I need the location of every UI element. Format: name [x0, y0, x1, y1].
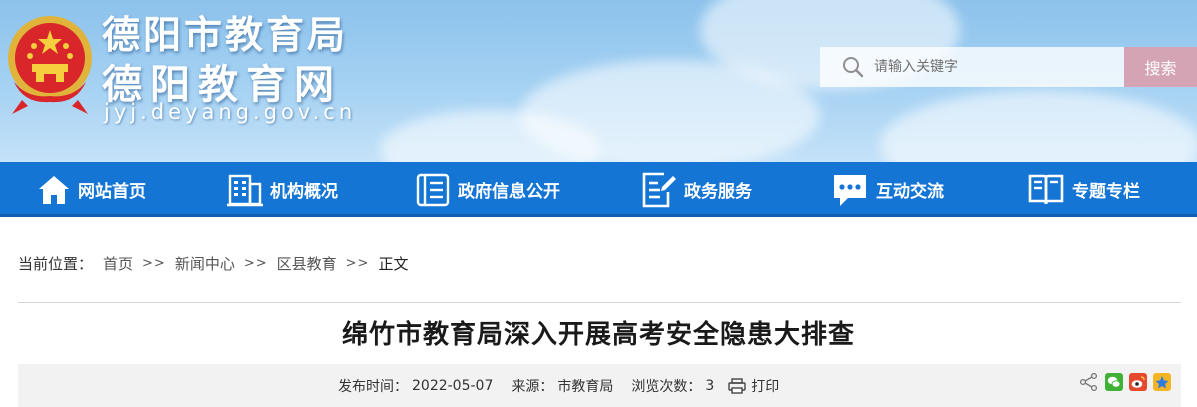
main-nav: 网站首页 机构概况 政府信息公开 政务服务 互动交流 专题专栏: [0, 162, 1197, 217]
document-icon: [416, 173, 450, 206]
print-label: 打印: [751, 379, 780, 395]
nav-item-organization[interactable]: 机构概况: [226, 162, 338, 217]
breadcrumb-current: 正文: [378, 255, 409, 273]
nav-item-home[interactable]: 网站首页: [36, 162, 146, 217]
nav-label: 政务服务: [684, 182, 752, 202]
header-banner: 德阳市教育局 德阳教育网 jyj.deyang.gov.cn 搜索: [0, 0, 1197, 162]
edit-document-icon: [642, 172, 676, 207]
search-box: [820, 47, 1125, 87]
nav-label: 机构概况: [270, 182, 338, 202]
weibo-icon[interactable]: [1129, 373, 1147, 391]
site-title-line1: 德阳市教育局: [102, 13, 349, 57]
search-button[interactable]: 搜索: [1124, 47, 1197, 87]
nav-item-special-topics[interactable]: 专题专栏: [1026, 162, 1140, 217]
printer-icon: [728, 378, 746, 394]
home-icon: [39, 175, 69, 204]
views-label: 浏览次数：: [631, 379, 702, 395]
share-bar: [1073, 373, 1171, 391]
chat-icon: [834, 174, 866, 206]
site-url: jyj.deyang.gov.cn: [104, 100, 357, 124]
print-button[interactable]: 打印: [728, 376, 783, 396]
share-icon[interactable]: [1079, 373, 1099, 391]
national-emblem-logo: [8, 16, 92, 114]
article-meta-bar: 发布时间： 2022-05-07 来源： 市教育局 浏览次数： 3 打印: [18, 364, 1181, 407]
breadcrumb-separator: >>: [243, 256, 268, 271]
search-input[interactable]: [874, 59, 1114, 75]
breadcrumb-separator: >>: [142, 256, 166, 271]
nav-label: 政府信息公开: [458, 182, 560, 202]
breadcrumb-prefix: 当前位置：: [18, 255, 94, 273]
divider: [18, 302, 1181, 303]
source-label: 来源：: [511, 379, 554, 395]
nav-item-interaction[interactable]: 互动交流: [830, 162, 944, 217]
book-icon: [1028, 174, 1064, 204]
wechat-icon[interactable]: [1105, 373, 1123, 391]
publish-label: 发布时间：: [338, 379, 408, 395]
nav-label: 专题专栏: [1072, 182, 1140, 202]
breadcrumb: 当前位置： 首页 >> 新闻中心 >> 区县教育 >> 正文: [18, 253, 408, 274]
publish-date: 2022-05-07: [412, 378, 494, 394]
breadcrumb-link-home[interactable]: 首页: [103, 253, 133, 274]
qzone-icon[interactable]: [1153, 373, 1171, 391]
views-count: 3: [705, 378, 715, 394]
search-icon: [843, 57, 864, 78]
breadcrumb-separator: >>: [345, 256, 370, 271]
article-title: 绵竹市教育局深入开展高考安全隐患大排查: [341, 320, 855, 350]
source-value: 市教育局: [557, 379, 614, 395]
nav-label: 互动交流: [876, 182, 944, 202]
breadcrumb-link-news[interactable]: 新闻中心: [175, 253, 235, 274]
building-icon: [227, 174, 263, 206]
nav-item-gov-service[interactable]: 政务服务: [638, 162, 752, 217]
breadcrumb-link-county[interactable]: 区县教育: [277, 253, 337, 274]
nav-label: 网站首页: [78, 182, 146, 202]
article-meta: 发布时间： 2022-05-07 来源： 市教育局 浏览次数： 3 打印: [338, 376, 783, 396]
nav-item-gov-info[interactable]: 政府信息公开: [414, 162, 560, 217]
